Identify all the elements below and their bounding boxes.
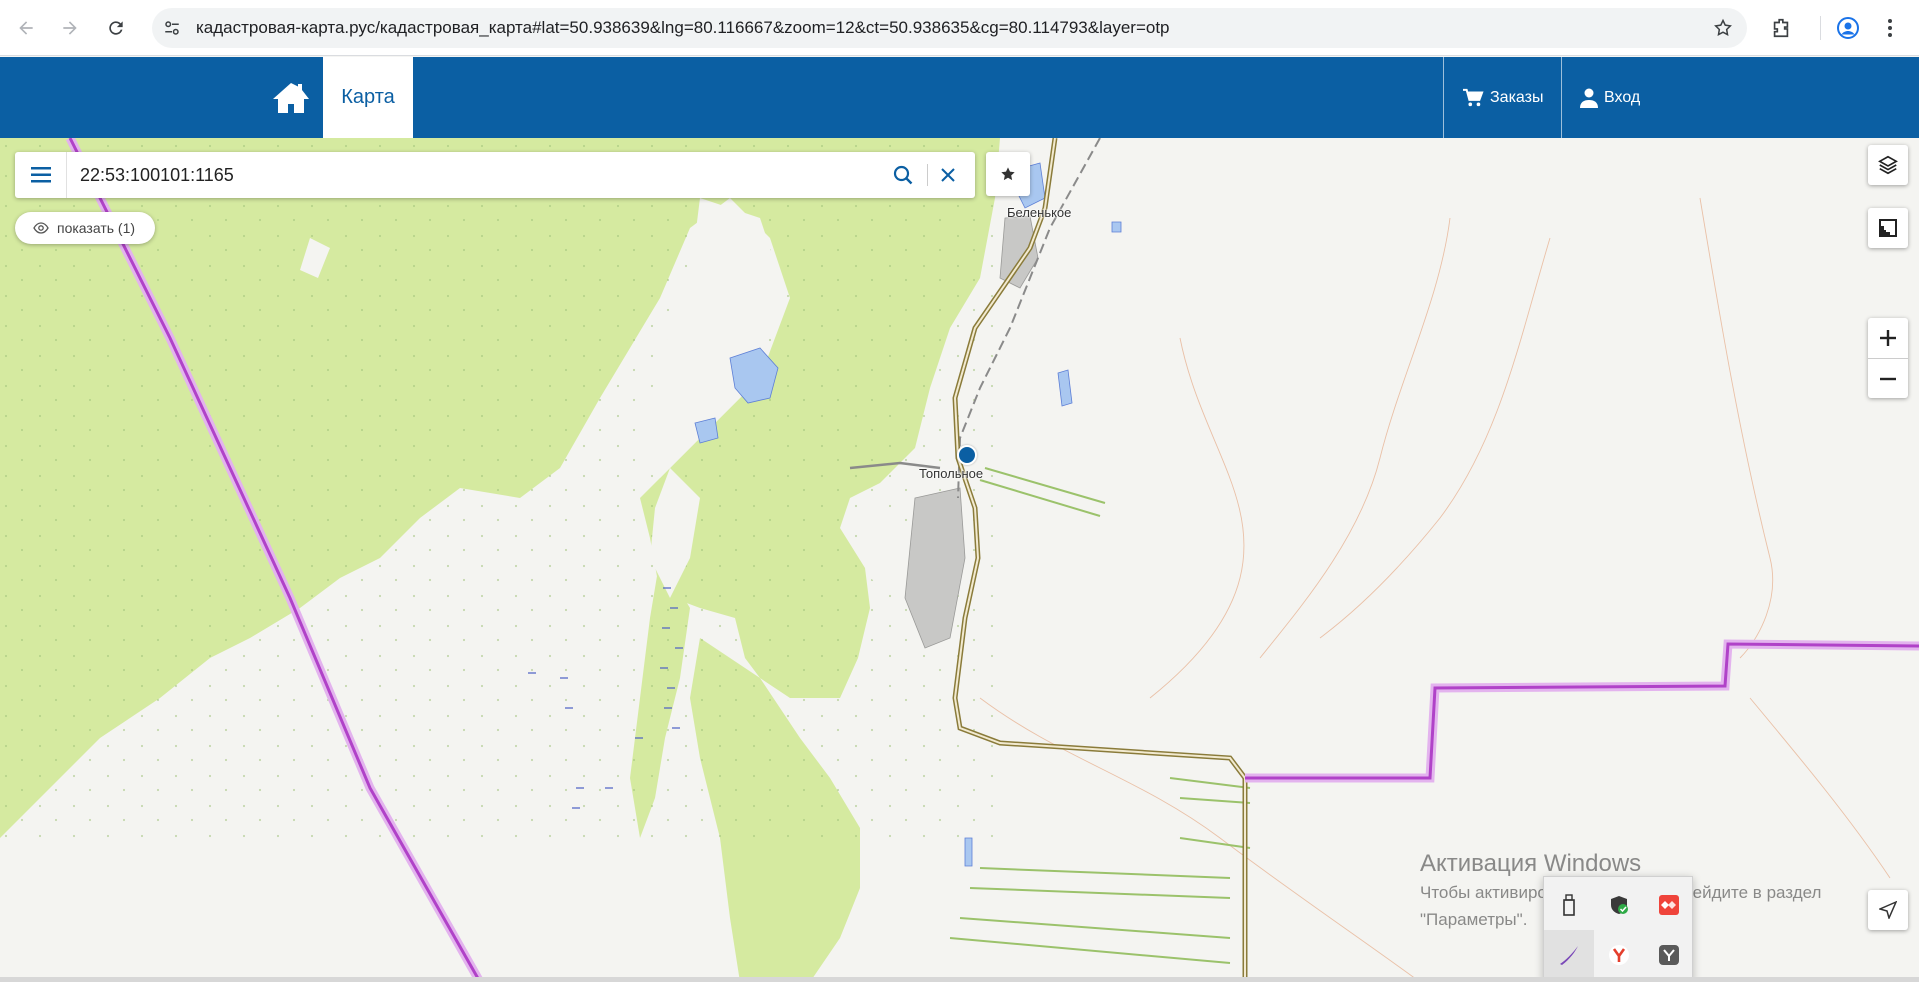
forward-icon[interactable] (52, 10, 88, 46)
show-results-label: показать (1) (57, 220, 136, 236)
profile-icon[interactable] (1834, 14, 1862, 42)
home-icon[interactable] (258, 57, 324, 138)
anydesk-icon[interactable] (1644, 880, 1694, 930)
search-input[interactable]: 22:53:100101:1165 (80, 165, 234, 186)
more-icon[interactable] (1876, 14, 1904, 42)
site-info-icon[interactable] (160, 16, 184, 40)
forest-texture (0, 138, 1000, 838)
zoom-out-button[interactable] (1868, 359, 1908, 399)
address-bar[interactable]: кадастровая-карта.рус/кадастровая_карта#… (152, 8, 1747, 48)
bookmark-star-icon[interactable] (1711, 16, 1735, 40)
layers-icon[interactable] (1868, 145, 1908, 185)
cart-icon (1462, 88, 1484, 108)
reload-icon[interactable] (98, 10, 134, 46)
orders-button[interactable]: Заказы (1443, 57, 1561, 138)
activation-title: Активация Windows (1420, 850, 1642, 877)
tab-map[interactable]: Карта (323, 57, 413, 138)
eye-icon (33, 222, 49, 234)
search-divider (927, 164, 928, 186)
browser-toolbar: кадастровая-карта.рус/кадастровая_карта#… (0, 0, 1919, 56)
back-icon[interactable] (8, 10, 44, 46)
toolbar-divider (1820, 16, 1821, 40)
locate-icon[interactable] (1868, 890, 1908, 930)
yandex-disk-icon[interactable] (1644, 930, 1694, 980)
pen-icon[interactable] (1544, 930, 1594, 980)
show-results-button[interactable]: показать (1) (15, 212, 155, 244)
search-icon[interactable] (891, 163, 915, 187)
usb-icon[interactable] (1544, 880, 1594, 930)
zoom-controls (1868, 318, 1908, 398)
ruler-icon[interactable] (1868, 208, 1908, 248)
place-label: Топольное (919, 466, 984, 481)
login-label: Вход (1604, 88, 1641, 106)
yandex-icon[interactable] (1594, 930, 1644, 980)
taskbar-edge (0, 977, 1919, 982)
favorite-star-icon[interactable] (986, 152, 1030, 196)
orders-label: Заказы (1490, 88, 1544, 106)
extensions-icon[interactable] (1767, 14, 1795, 42)
menu-icon[interactable] (15, 152, 67, 198)
location-marker[interactable] (957, 445, 977, 465)
zoom-in-button[interactable] (1868, 318, 1908, 358)
search-panel: 22:53:100101:1165 (15, 152, 975, 198)
security-shield-icon[interactable] (1594, 880, 1644, 930)
site-header: Карта Заказы Вход (0, 57, 1919, 138)
user-icon (1580, 88, 1598, 108)
url-text[interactable]: кадастровая-карта.рус/кадастровая_карта#… (196, 18, 1170, 38)
place-label: Беленькое (1007, 205, 1072, 220)
login-button[interactable]: Вход (1561, 57, 1661, 138)
clear-icon[interactable] (936, 163, 960, 187)
tray-overflow-panel (1543, 876, 1693, 982)
